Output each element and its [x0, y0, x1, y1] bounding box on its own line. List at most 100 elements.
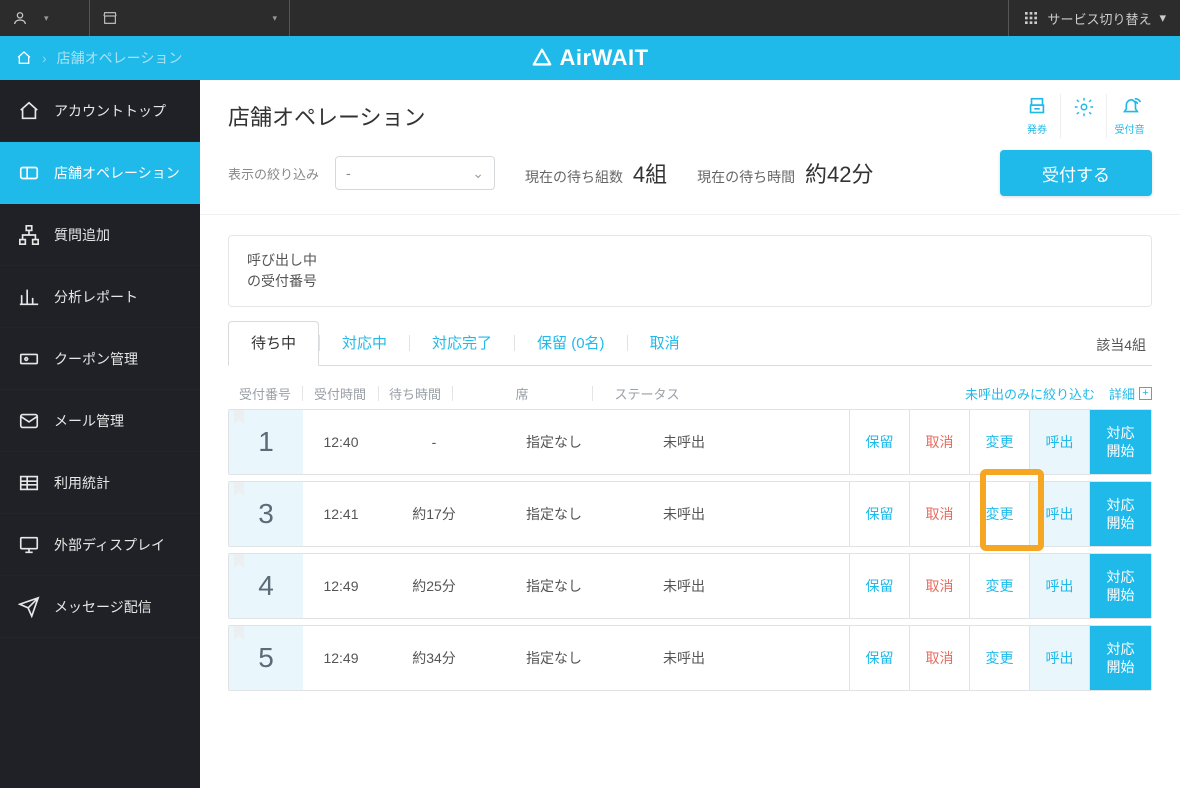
cell-seat: 指定なし [489, 482, 619, 546]
tab-hold[interactable]: 保留 (0名) [515, 322, 627, 365]
gear-icon [1073, 96, 1095, 118]
cancel-button[interactable]: 取消 [909, 410, 969, 474]
bell-icon [1119, 96, 1141, 118]
filter-select[interactable]: - ⌄ [335, 156, 495, 190]
bookmark-icon [234, 554, 244, 568]
mail-icon [18, 410, 40, 432]
column-headers: 受付番号 受付時間 待ち時間 席 ステータス 未呼出のみに絞り込む 詳細 + [228, 384, 1152, 403]
sidebar-item-display[interactable]: 外部ディスプレイ [0, 514, 200, 576]
home-icon [18, 100, 40, 122]
start-button[interactable]: 対応開始 [1089, 626, 1151, 690]
cell-wait: 約17分 [379, 482, 489, 546]
sidebar-item-label: アカウントトップ [54, 101, 166, 121]
cancel-button[interactable]: 取消 [909, 554, 969, 618]
hold-button[interactable]: 保留 [849, 554, 909, 618]
filter-uncalled-link[interactable]: 未呼出のみに絞り込む [965, 384, 1095, 403]
call-button[interactable]: 呼出 [1029, 554, 1089, 618]
tab-cancelled[interactable]: 取消 [628, 322, 702, 365]
user-menu[interactable]: ▾ [0, 0, 90, 36]
start-button[interactable]: 対応開始 [1089, 482, 1151, 546]
breadcrumb-current: 店舗オペレーション [57, 48, 183, 68]
waiting-time-label: 現在の待ち時間 [697, 169, 795, 185]
table-row: 112:40-指定なし未呼出保留取消変更呼出対応開始 [228, 409, 1152, 475]
hold-button[interactable]: 保留 [849, 626, 909, 690]
waiting-time-value: 約42分 [805, 162, 873, 187]
tab-serving[interactable]: 対応中 [320, 322, 409, 365]
service-switch-label: サービス切り替え [1047, 9, 1151, 28]
accept-button[interactable]: 受付する [1000, 150, 1152, 196]
breadcrumb: › 店舗オペレーション [16, 48, 182, 68]
cell-seat: 指定なし [489, 554, 619, 618]
edit-button[interactable]: 変更 [969, 482, 1029, 546]
cancel-button[interactable]: 取消 [909, 482, 969, 546]
sidebar-item-label: 質問追加 [54, 225, 110, 245]
ticket-issue-button[interactable]: 発券 [1014, 94, 1060, 138]
bookmark-icon [234, 482, 244, 496]
filter-label: 表示の絞り込み [228, 164, 319, 183]
sound-label: 受付音 [1115, 121, 1145, 136]
waiting-groups-label: 現在の待ち組数 [525, 169, 623, 185]
chevron-right-icon: › [42, 50, 47, 66]
cell-seat: 指定なし [489, 626, 619, 690]
status-tabs: 待ち中 対応中 対応完了 保留 (0名) 取消 該当4組 [228, 321, 1152, 366]
cancel-button[interactable]: 取消 [909, 626, 969, 690]
sidebar-item-label: 分析レポート [54, 287, 138, 307]
home-icon[interactable] [16, 50, 32, 66]
start-button[interactable]: 対応開始 [1089, 410, 1151, 474]
store-menu[interactable]: ▾ [90, 0, 290, 36]
tab-count: 該当4組 [1090, 335, 1152, 365]
col-wait: 待ち時間 [378, 384, 452, 403]
sitemap-icon [18, 224, 40, 246]
sidebar-item-mail[interactable]: メール管理 [0, 390, 200, 452]
service-switch-menu[interactable]: サービス切り替え ▾ [1008, 0, 1180, 36]
sidebar-item-account-top[interactable]: アカウントトップ [0, 80, 200, 142]
bookmark-icon [234, 410, 244, 424]
cell-status: 未呼出 [619, 482, 749, 546]
settings-button[interactable] [1060, 94, 1106, 138]
calling-line1: 呼び出し中 [247, 250, 1133, 271]
sidebar-item-coupon[interactable]: クーポン管理 [0, 328, 200, 390]
send-icon [18, 596, 40, 618]
tab-waiting[interactable]: 待ち中 [228, 321, 319, 366]
edit-button[interactable]: 変更 [969, 554, 1029, 618]
sidebar-item-message[interactable]: メッセージ配信 [0, 576, 200, 638]
sidebar-item-store-operation[interactable]: 店舗オペレーション [0, 142, 200, 204]
global-topbar: ▾ ▾ サービス切り替え ▾ [0, 0, 1180, 36]
sidebar-item-question-add[interactable]: 質問追加 [0, 204, 200, 266]
sidebar: アカウントトップ 店舗オペレーション 質問追加 分析レポート クーポン管理 メー… [0, 80, 200, 788]
cell-number: 3 [229, 482, 303, 546]
sidebar-item-analytics[interactable]: 分析レポート [0, 266, 200, 328]
cell-time: 12:41 [303, 482, 379, 546]
sound-button[interactable]: 受付音 [1106, 94, 1152, 138]
sidebar-item-label: クーポン管理 [54, 349, 138, 369]
call-button[interactable]: 呼出 [1029, 410, 1089, 474]
table-row: 412:49約25分指定なし未呼出保留取消変更呼出対応開始 [228, 553, 1152, 619]
call-button[interactable]: 呼出 [1029, 482, 1089, 546]
col-time: 受付時間 [302, 384, 378, 403]
cell-number: 4 [229, 554, 303, 618]
calling-line2: の受付番号 [247, 271, 1133, 292]
detail-expand-link[interactable]: 詳細 + [1109, 384, 1152, 403]
edit-button[interactable]: 変更 [969, 626, 1029, 690]
chevron-down-icon: ▾ [1159, 10, 1166, 26]
sidebar-item-label: 店舗オペレーション [54, 163, 180, 183]
call-button[interactable]: 呼出 [1029, 626, 1089, 690]
start-button[interactable]: 対応開始 [1089, 554, 1151, 618]
tab-done[interactable]: 対応完了 [410, 322, 514, 365]
edit-button[interactable]: 変更 [969, 410, 1029, 474]
sidebar-item-stats[interactable]: 利用統計 [0, 452, 200, 514]
hold-button[interactable]: 保留 [849, 482, 909, 546]
brand-bar: › 店舗オペレーション AirWAIT [0, 36, 1180, 80]
calling-panel: 呼び出し中 の受付番号 [228, 235, 1152, 307]
cell-seat: 指定なし [489, 410, 619, 474]
plus-icon: + [1139, 387, 1152, 400]
grid-icon [1023, 10, 1039, 26]
hold-button[interactable]: 保留 [849, 410, 909, 474]
cell-time: 12:49 [303, 626, 379, 690]
cell-wait: - [379, 410, 489, 474]
bookmark-icon [234, 626, 244, 640]
user-icon [12, 10, 28, 26]
page-title: 店舗オペレーション [228, 100, 998, 132]
coupon-icon [18, 348, 40, 370]
filter-value: - [346, 165, 351, 181]
